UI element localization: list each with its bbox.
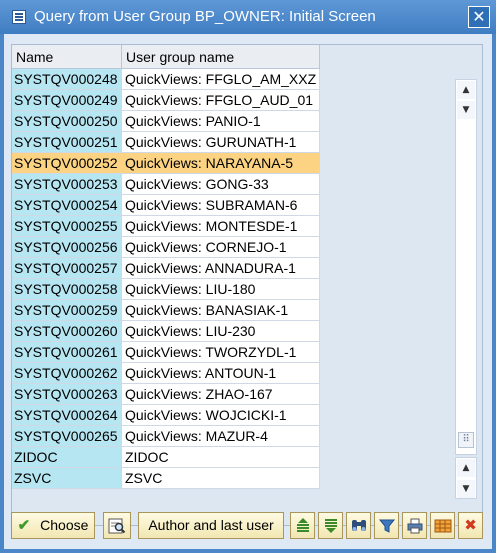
cell-user-group-name[interactable]: QuickViews: ANTOUN-1	[122, 363, 320, 384]
layout-button[interactable]	[430, 512, 455, 539]
cell-name[interactable]: SYSTQV000259	[12, 300, 122, 321]
print-button[interactable]	[402, 512, 427, 539]
cell-name[interactable]: SYSTQV000260	[12, 321, 122, 342]
dialog-content: Name User group name SYSTQV000248 QuickVi…	[4, 34, 492, 549]
table-header: Name User group name	[12, 45, 320, 69]
table-row[interactable]: SYSTQV000252 QuickViews: NARAYANA-5	[12, 153, 320, 174]
title-bar: Query from User Group BP_OWNER: Initial …	[0, 0, 496, 34]
column-header-user-group-name[interactable]: User group name	[122, 45, 320, 69]
table-row[interactable]: SYSTQV000265 QuickViews: MAZUR-4	[12, 426, 320, 447]
cell-name[interactable]: SYSTQV000249	[12, 90, 122, 111]
table-row[interactable]: SYSTQV000262 QuickViews: ANTOUN-1	[12, 363, 320, 384]
find-button[interactable]	[346, 512, 371, 539]
cell-user-group-name[interactable]: QuickViews: GONG-33	[122, 174, 320, 195]
cell-user-group-name[interactable]: QuickViews: MONTESDE-1	[122, 216, 320, 237]
window-title: Query from User Group BP_OWNER: Initial …	[34, 8, 376, 25]
cancel-button[interactable]: ✖	[458, 512, 483, 539]
cell-name[interactable]: SYSTQV000261	[12, 342, 122, 363]
cell-name[interactable]: SYSTQV000258	[12, 279, 122, 300]
cell-name[interactable]: ZSVC	[12, 468, 122, 489]
table-row[interactable]: SYSTQV000250 QuickViews: PANIO-1	[12, 111, 320, 132]
lower-scroll-down-button[interactable]: ▼	[457, 480, 475, 498]
lower-vertical-scrollbar[interactable]: ▲ ▼	[455, 457, 477, 499]
column-header-name[interactable]: Name	[12, 45, 122, 69]
choose-button[interactable]: ✔ Choose	[11, 512, 95, 539]
table-row[interactable]: SYSTQV000249 QuickViews: FFGLO_AUD_01	[12, 90, 320, 111]
filter-button[interactable]	[374, 512, 399, 539]
table-layout-icon	[434, 519, 451, 533]
dialog-window: Query from User Group BP_OWNER: Initial …	[0, 0, 496, 553]
cell-user-group-name[interactable]: QuickViews: GURUNATH-1	[122, 132, 320, 153]
table-row[interactable]: SYSTQV000259 QuickViews: BANASIAK-1	[12, 300, 320, 321]
table-row[interactable]: SYSTQV000253 QuickViews: GONG-33	[12, 174, 320, 195]
table-row[interactable]: ZIDOC ZIDOC	[12, 447, 320, 468]
cell-user-group-name[interactable]: QuickViews: CORNEJO-1	[122, 237, 320, 258]
table-row[interactable]: SYSTQV000254 QuickViews: SUBRAMAN-6	[12, 195, 320, 216]
cell-user-group-name[interactable]: QuickViews: FFGLO_AUD_01	[122, 90, 320, 111]
table-row[interactable]: SYSTQV000264 QuickViews: WOJCICKI-1	[12, 405, 320, 426]
table-row[interactable]: SYSTQV000256 QuickViews: CORNEJO-1	[12, 237, 320, 258]
cell-name[interactable]: SYSTQV000262	[12, 363, 122, 384]
cell-user-group-name[interactable]: QuickViews: LIU-230	[122, 321, 320, 342]
cell-user-group-name[interactable]: QuickViews: FFGLO_AM_XXZ	[122, 69, 320, 90]
sort-descending-icon	[324, 519, 337, 534]
user-group-table: Name User group name SYSTQV000248 QuickVi…	[11, 44, 483, 526]
table-row[interactable]: SYSTQV000260 QuickViews: LIU-230	[12, 321, 320, 342]
cell-user-group-name[interactable]: QuickViews: BANASIAK-1	[122, 300, 320, 321]
filter-icon	[378, 519, 395, 534]
lower-scroll-up-button[interactable]: ▲	[457, 459, 475, 477]
vertical-scrollbar[interactable]: ▲ ▼ ⠿	[455, 79, 477, 455]
find-in-list-button[interactable]	[103, 512, 131, 539]
button-bar: ✔ Choose Author and last user ✖	[11, 512, 491, 540]
table-row[interactable]: ZSVC ZSVC	[12, 468, 320, 489]
find-in-list-icon	[108, 518, 126, 534]
cancel-icon: ✖	[464, 517, 477, 534]
cell-user-group-name[interactable]: QuickViews: NARAYANA-5	[122, 153, 320, 174]
cell-name[interactable]: SYSTQV000255	[12, 216, 122, 237]
cell-name[interactable]: SYSTQV000254	[12, 195, 122, 216]
cell-user-group-name[interactable]: ZSVC	[122, 468, 320, 489]
cell-name[interactable]: SYSTQV000251	[12, 132, 122, 153]
cell-user-group-name[interactable]: ZIDOC	[122, 447, 320, 468]
cell-name[interactable]: ZIDOC	[12, 447, 122, 468]
table-row[interactable]: SYSTQV000257 QuickViews: ANNADURA-1	[12, 258, 320, 279]
cell-name[interactable]: SYSTQV000256	[12, 237, 122, 258]
cell-name[interactable]: SYSTQV000263	[12, 384, 122, 405]
table-row[interactable]: SYSTQV000258 QuickViews: LIU-180	[12, 279, 320, 300]
sort-descending-button[interactable]	[318, 512, 343, 539]
checkmark-icon: ✔	[17, 517, 31, 534]
cell-user-group-name[interactable]: QuickViews: ANNADURA-1	[122, 258, 320, 279]
table-row[interactable]: SYSTQV000261 QuickViews: TWORZYDL-1	[12, 342, 320, 363]
author-and-last-user-button[interactable]: Author and last user	[138, 512, 284, 539]
cell-name[interactable]: SYSTQV000253	[12, 174, 122, 195]
sort-ascending-icon	[296, 518, 309, 533]
print-icon	[407, 518, 422, 534]
scrollbar-resize-grip[interactable]: ⠿	[458, 432, 474, 448]
table-row[interactable]: SYSTQV000263 QuickViews: ZHAO-167	[12, 384, 320, 405]
cell-user-group-name[interactable]: QuickViews: ZHAO-167	[122, 384, 320, 405]
window-icon	[12, 10, 26, 24]
scroll-up-button[interactable]: ▲	[457, 81, 475, 99]
cell-user-group-name[interactable]: QuickViews: LIU-180	[122, 279, 320, 300]
cell-user-group-name[interactable]: QuickViews: TWORZYDL-1	[122, 342, 320, 363]
close-button[interactable]: ✕	[468, 6, 490, 28]
cell-name[interactable]: SYSTQV000248	[12, 69, 122, 90]
cell-name[interactable]: SYSTQV000250	[12, 111, 122, 132]
scroll-down-button[interactable]: ▼	[457, 101, 475, 119]
cell-name[interactable]: SYSTQV000264	[12, 405, 122, 426]
cell-name[interactable]: SYSTQV000265	[12, 426, 122, 447]
cell-user-group-name[interactable]: QuickViews: SUBRAMAN-6	[122, 195, 320, 216]
cell-name[interactable]: SYSTQV000252	[12, 153, 122, 174]
cell-user-group-name[interactable]: QuickViews: PANIO-1	[122, 111, 320, 132]
sort-ascending-button[interactable]	[290, 512, 315, 539]
table-row[interactable]: SYSTQV000251 QuickViews: GURUNATH-1	[12, 132, 320, 153]
table-row[interactable]: SYSTQV000255 QuickViews: MONTESDE-1	[12, 216, 320, 237]
choose-label: Choose	[40, 517, 89, 533]
cell-user-group-name[interactable]: QuickViews: MAZUR-4	[122, 426, 320, 447]
cell-name[interactable]: SYSTQV000257	[12, 258, 122, 279]
table-row[interactable]: SYSTQV000248 QuickViews: FFGLO_AM_XXZ	[12, 69, 320, 90]
cell-user-group-name[interactable]: QuickViews: WOJCICKI-1	[122, 405, 320, 426]
binoculars-icon	[351, 520, 366, 532]
